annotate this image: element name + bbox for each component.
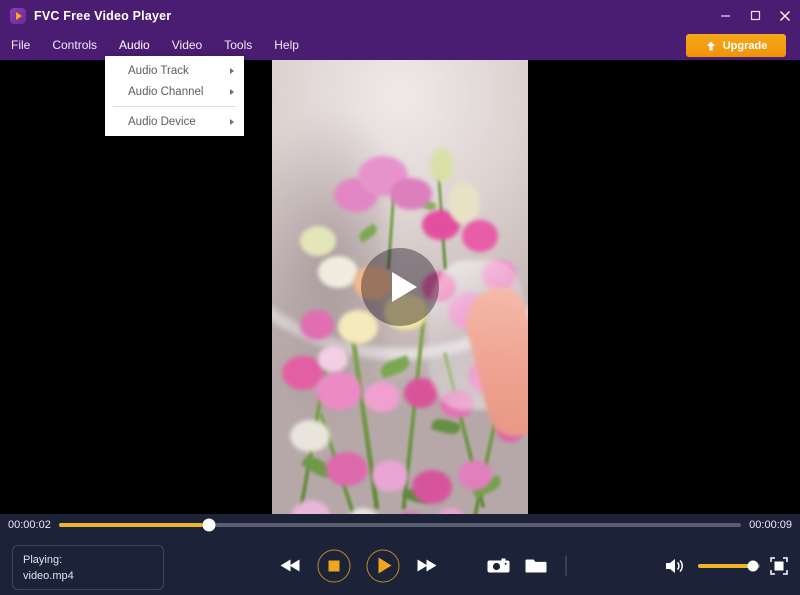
- upload-arrow-icon: [705, 40, 717, 52]
- menu-item-help[interactable]: Help: [263, 31, 310, 60]
- total-time-label: 00:00:09: [749, 519, 792, 531]
- now-playing-box: Playing: video.mp4: [12, 545, 164, 590]
- fullscreen-icon[interactable]: [770, 556, 788, 575]
- menu-option-audio-device[interactable]: Audio Device: [105, 111, 244, 132]
- menu-option-label: Audio Channel: [128, 85, 204, 98]
- window-title: FVC Free Video Player: [34, 8, 172, 23]
- menu-option-label: Audio Track: [128, 64, 189, 77]
- play-overlay-icon[interactable]: [361, 248, 439, 326]
- volume-icon[interactable]: [664, 556, 688, 576]
- rewind-icon[interactable]: [280, 558, 302, 574]
- chevron-right-icon: [230, 118, 234, 125]
- player-controls-panel: 00:00:02 00:00:09 Playing: video.mp4: [0, 514, 800, 595]
- stop-icon: [328, 560, 340, 571]
- seek-knob[interactable]: [202, 518, 216, 532]
- play-button[interactable]: [366, 549, 400, 582]
- play-icon: [378, 557, 392, 574]
- menu-item-controls[interactable]: Controls: [41, 31, 108, 60]
- chevron-right-icon: [230, 67, 234, 74]
- transport-row: Playing: video.mp4: [0, 536, 800, 595]
- upgrade-button[interactable]: Upgrade: [686, 34, 786, 57]
- menu-item-file[interactable]: File: [0, 31, 41, 60]
- menu-option-audio-track[interactable]: Audio Track: [105, 60, 244, 81]
- audio-dropdown-menu: Audio Track Audio Channel Audio Device: [105, 56, 244, 136]
- window-buttons: [710, 0, 800, 31]
- maximize-icon[interactable]: [740, 0, 770, 31]
- volume-slider[interactable]: [698, 560, 760, 571]
- upgrade-label: Upgrade: [722, 39, 768, 52]
- title-bar: FVC Free Video Player: [0, 0, 800, 31]
- seek-slider[interactable]: [58, 518, 742, 532]
- stop-button[interactable]: [317, 549, 351, 582]
- current-time-label: 00:00:02: [8, 519, 51, 531]
- control-separator: [565, 555, 567, 576]
- chevron-right-icon: [230, 88, 234, 95]
- video-frame[interactable]: [272, 60, 528, 514]
- fast-forward-icon[interactable]: [416, 558, 438, 574]
- menu-separator: [113, 106, 236, 107]
- close-icon[interactable]: [770, 0, 800, 31]
- play-logo-icon: [10, 7, 26, 24]
- video-player-window: FVC Free Video Player File Controls Audi…: [0, 0, 800, 595]
- now-playing-filename: video.mp4: [23, 570, 74, 582]
- transport-controls: [280, 549, 569, 582]
- volume-fill: [698, 563, 753, 568]
- seek-fill: [58, 523, 209, 527]
- menu-option-audio-channel[interactable]: Audio Channel: [105, 81, 244, 102]
- progress-row: 00:00:02 00:00:09: [0, 514, 800, 536]
- minimize-icon[interactable]: [710, 0, 740, 31]
- menu-option-label: Audio Device: [128, 115, 196, 128]
- now-playing-status: Playing:: [23, 554, 63, 566]
- volume-knob[interactable]: [747, 560, 759, 571]
- volume-controls: [664, 556, 788, 576]
- camera-icon[interactable]: [487, 557, 510, 575]
- folder-icon[interactable]: [525, 557, 548, 575]
